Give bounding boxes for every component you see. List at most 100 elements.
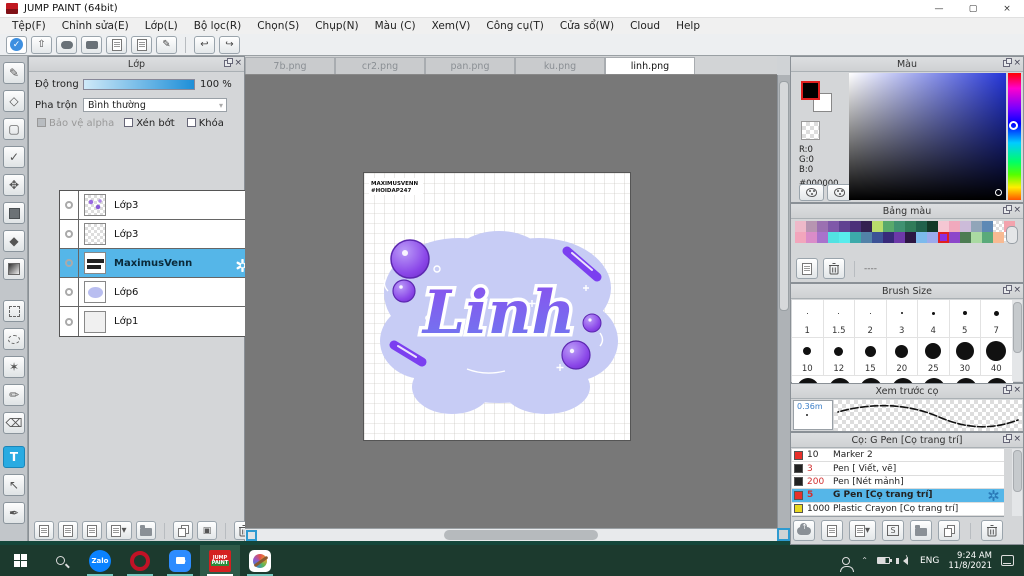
menu-tep[interactable]: Tệp(F) (4, 20, 54, 32)
form-button[interactable] (131, 35, 152, 54)
brush-size-cell[interactable]: 12 (823, 338, 855, 376)
v-scroll-thumb[interactable] (779, 81, 789, 311)
add-brush-button[interactable] (821, 520, 843, 541)
visibility-icon[interactable] (65, 288, 73, 296)
merge-layer-button[interactable]: ▣ (197, 521, 217, 540)
palette-swatch[interactable] (795, 221, 806, 232)
brush-size-cell[interactable]: 7 (981, 300, 1013, 338)
palette-swatch[interactable] (949, 221, 960, 232)
clock[interactable]: 9:24 AM 11/8/2021 (948, 551, 992, 571)
alpha-checkbox[interactable]: Bảo vệ alpha (37, 118, 114, 129)
search-button[interactable] (40, 545, 80, 576)
people-icon[interactable] (840, 556, 855, 572)
palette-swatch[interactable] (993, 232, 1004, 243)
text-tool[interactable]: T (3, 446, 25, 468)
palette-swatch[interactable] (938, 232, 949, 243)
canvas-viewport[interactable]: Linh MAXIMUSVENN #HOIDAP247 (245, 75, 777, 528)
edit-table-button[interactable]: ✎ (156, 35, 177, 54)
tab-pan[interactable]: pan.png (425, 57, 515, 74)
scroll-corner-box[interactable] (777, 528, 790, 541)
palette-swatch[interactable] (905, 221, 916, 232)
lock-checkbox[interactable]: Khóa (186, 118, 224, 129)
brush-size-cell[interactable]: 2 (855, 300, 887, 338)
tray-chevron-icon[interactable]: ⌃ (861, 556, 868, 565)
menu-chinh-sua[interactable]: Chỉnh sửa(E) (54, 20, 137, 32)
layer-row[interactable]: Lớp3 (60, 219, 254, 249)
menu-cloud[interactable]: Cloud (622, 20, 668, 32)
redo-button[interactable]: ↪ (219, 35, 240, 54)
brush-tool[interactable]: ✎ (3, 62, 25, 84)
palette-swatch[interactable] (839, 232, 850, 243)
palette-swatch[interactable] (916, 221, 927, 232)
brush-size-cell[interactable]: 15 (855, 338, 887, 376)
canvas-vertical-scrollbar[interactable] (777, 75, 790, 528)
visibility-icon[interactable] (65, 201, 73, 209)
palette-swatch[interactable] (938, 221, 949, 232)
brush-size-cell[interactable]: 30 (949, 338, 981, 376)
select-pen-tool[interactable]: ✏ (3, 384, 25, 406)
language-indicator[interactable]: ENG (920, 556, 939, 566)
export-button[interactable]: ⇧ (31, 35, 52, 54)
palette-swatch[interactable] (817, 221, 828, 232)
close-icon[interactable]: × (1013, 286, 1021, 295)
visibility-icon[interactable] (65, 259, 73, 267)
menu-cua-so[interactable]: Cửa sổ(W) (552, 20, 622, 32)
select-rect-tool[interactable] (3, 300, 25, 322)
palette-swatch[interactable] (828, 221, 839, 232)
palette-swatch[interactable] (817, 232, 828, 243)
close-button[interactable]: × (990, 0, 1024, 18)
tab-cr2[interactable]: cr2.png (335, 57, 425, 74)
gradient-tool[interactable] (3, 258, 25, 280)
hue-bar[interactable] (1008, 73, 1021, 200)
close-icon[interactable]: × (1013, 206, 1021, 215)
blend-dropdown[interactable]: Bình thường ▾ (83, 98, 227, 112)
notification-center-icon[interactable] (1001, 555, 1014, 566)
brush-row[interactable]: 10 Marker 2 (792, 449, 1004, 463)
polyline-tool[interactable]: ✓ (3, 146, 25, 168)
popout-icon[interactable] (1003, 204, 1013, 214)
brush-size-scrollbar[interactable] (1012, 300, 1022, 381)
magic-wand-tool[interactable]: ✶ (3, 356, 25, 378)
layer-row[interactable]: Lớp1 (60, 307, 254, 336)
palette-swatch[interactable] (927, 221, 938, 232)
canvas-horizontal-scrollbar[interactable] (245, 528, 777, 541)
palette-button[interactable] (799, 184, 824, 201)
palette-swatch[interactable] (872, 221, 883, 232)
visibility-icon[interactable] (65, 317, 73, 326)
layer-row-selected[interactable]: MaximusVenn (60, 248, 254, 278)
menu-xem[interactable]: Xem(V) (424, 20, 479, 32)
lasso-tool[interactable] (3, 328, 25, 350)
saturation-value-picker[interactable] (849, 73, 1006, 200)
palette-swatch[interactable] (850, 232, 861, 243)
battery-icon[interactable] (877, 557, 892, 564)
brush-row[interactable]: 1000 Plastic Crayon [Cọ trang trí] (792, 503, 1004, 516)
opacity-slider[interactable] (83, 79, 195, 90)
taskbar-medibang[interactable] (240, 545, 280, 576)
artwork-canvas[interactable]: Linh MAXIMUSVENN #HOIDAP247 (364, 173, 630, 440)
delete-brush-button[interactable] (981, 520, 1003, 541)
brush-folder-button[interactable] (910, 520, 932, 541)
palette-swatch[interactable] (960, 221, 971, 232)
menu-chon[interactable]: Chọn(S) (249, 20, 307, 32)
brush-size-cell[interactable]: 10 (792, 338, 824, 376)
brush-size-cell[interactable]: 1 (792, 300, 824, 338)
undo-button[interactable]: ↩ (194, 35, 215, 54)
taskbar-opera[interactable] (120, 545, 160, 576)
add-color-button[interactable] (796, 258, 818, 279)
close-icon[interactable]: × (1013, 435, 1021, 444)
palette-swatch[interactable] (883, 232, 894, 243)
brush-size-cell[interactable]: 25 (918, 338, 950, 376)
palette-swatch[interactable] (905, 232, 916, 243)
palette-swatch[interactable] (883, 221, 894, 232)
popout-icon[interactable] (1003, 433, 1013, 443)
palette-swatch[interactable] (982, 232, 993, 243)
h-scroll-thumb[interactable] (444, 530, 598, 540)
script-brush-button[interactable]: S (882, 520, 904, 541)
message-button[interactable] (81, 35, 102, 54)
tab-linh-active[interactable]: linh.png (605, 57, 695, 74)
sync-button[interactable]: ✓ (6, 35, 27, 54)
layer-row[interactable]: Lớp3 (60, 190, 254, 220)
popout-icon[interactable] (1003, 384, 1013, 394)
brush-size-cell[interactable]: 3 (886, 300, 918, 338)
operation-tool[interactable]: ↖ (3, 474, 25, 496)
